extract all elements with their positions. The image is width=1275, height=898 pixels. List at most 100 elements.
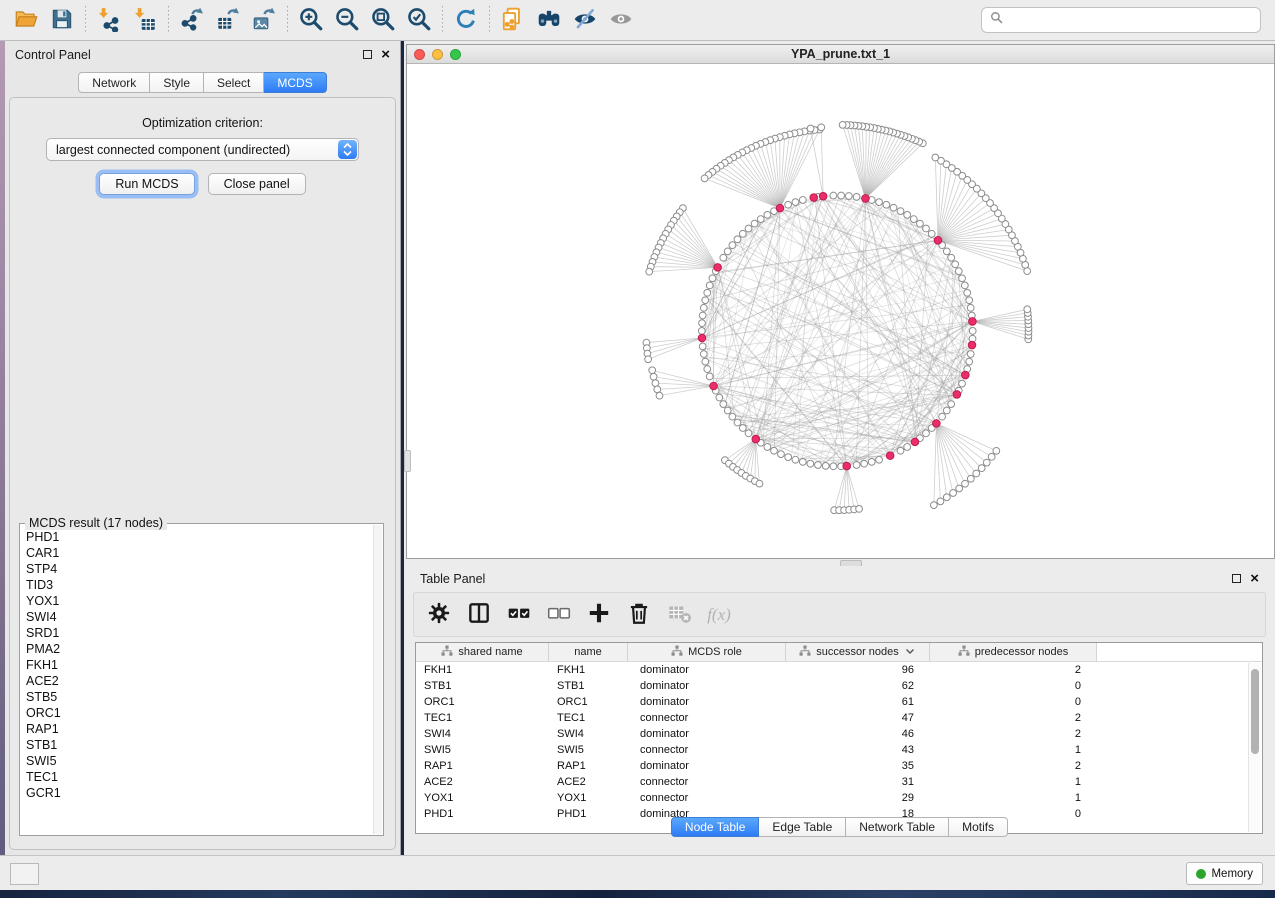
shared-column-icon bbox=[671, 645, 683, 660]
show-panels-list-button[interactable] bbox=[10, 863, 39, 885]
mcds-result-item[interactable]: STP4 bbox=[26, 561, 371, 577]
node-table: shared namename MCDS role successor node… bbox=[415, 642, 1263, 834]
zoom-out-button[interactable] bbox=[329, 3, 365, 37]
table-row[interactable]: SWI5SWI5connector431 bbox=[416, 742, 1262, 758]
close-panel-button[interactable]: Close panel bbox=[208, 173, 306, 195]
table-row[interactable]: ORC1ORC1dominator610 bbox=[416, 694, 1262, 710]
add-column-button[interactable] bbox=[586, 602, 612, 628]
save-session-icon bbox=[49, 6, 75, 35]
cell-MCDS-role: dominator bbox=[628, 696, 786, 708]
first-neighbors-button[interactable] bbox=[531, 3, 567, 37]
mcds-result-item[interactable]: SWI4 bbox=[26, 609, 371, 625]
mcds-result-item[interactable]: TEC1 bbox=[26, 769, 371, 785]
table-row[interactable]: TEC1TEC1connector472 bbox=[416, 710, 1262, 726]
table-row[interactable]: STB1STB1dominator620 bbox=[416, 678, 1262, 694]
export-table-icon bbox=[215, 6, 241, 35]
cell-MCDS-role: connector bbox=[628, 744, 786, 756]
mcds-result-item[interactable]: GCR1 bbox=[26, 785, 371, 801]
column-header-successor-nodes[interactable]: successor nodes bbox=[786, 643, 930, 661]
show-columns-button[interactable] bbox=[466, 602, 492, 628]
table-scrollbar-thumb[interactable] bbox=[1251, 669, 1259, 754]
toolbar-separator bbox=[287, 6, 288, 34]
mcds-result-item[interactable]: SRD1 bbox=[26, 625, 371, 641]
mcds-result-item[interactable]: YOX1 bbox=[26, 593, 371, 609]
run-mcds-button[interactable]: Run MCDS bbox=[99, 173, 194, 195]
right-workspace: YPA_prune.txt_1 Table Panel × f(x) bbox=[404, 41, 1275, 855]
select-stepper-icon bbox=[338, 140, 357, 159]
mcds-result-item[interactable]: PHD1 bbox=[26, 529, 371, 545]
mcds-list-scrollbar[interactable] bbox=[373, 525, 382, 834]
mcds-result-item[interactable]: STB1 bbox=[26, 737, 371, 753]
cell-predecessor-nodes: 0 bbox=[930, 680, 1097, 692]
mcds-result-item[interactable]: SWI5 bbox=[26, 753, 371, 769]
float-panel-icon[interactable] bbox=[363, 50, 372, 59]
cell-shared-name: ACE2 bbox=[416, 776, 549, 788]
export-network-button[interactable] bbox=[174, 3, 210, 37]
clear-selection-button[interactable] bbox=[546, 602, 572, 628]
table-tab-edge-table[interactable]: Edge Table bbox=[759, 817, 846, 837]
mcds-result-item[interactable]: RAP1 bbox=[26, 721, 371, 737]
column-header-name[interactable]: name bbox=[549, 643, 628, 661]
tab-style[interactable]: Style bbox=[150, 72, 204, 93]
show-graphics-details-button[interactable] bbox=[603, 3, 639, 37]
cell-shared-name: STB1 bbox=[416, 680, 549, 692]
mcds-result-item[interactable]: CAR1 bbox=[26, 545, 371, 561]
network-from-selection-button[interactable] bbox=[495, 3, 531, 37]
table-tab-motifs[interactable]: Motifs bbox=[949, 817, 1008, 837]
cell-MCDS-role: connector bbox=[628, 712, 786, 724]
export-image-button[interactable] bbox=[246, 3, 282, 37]
mcds-result-item[interactable]: ACE2 bbox=[26, 673, 371, 689]
cell-shared-name: SWI4 bbox=[416, 728, 549, 740]
control-panel-tabs: NetworkStyleSelectMCDS bbox=[5, 72, 400, 93]
table-row[interactable]: RAP1RAP1dominator352 bbox=[416, 758, 1262, 774]
delete-column-button[interactable] bbox=[626, 602, 652, 628]
network-search-box[interactable] bbox=[981, 7, 1261, 33]
zoom-in-button[interactable] bbox=[293, 3, 329, 37]
mcds-result-item[interactable]: ORC1 bbox=[26, 705, 371, 721]
settings-gear-button[interactable] bbox=[426, 602, 452, 628]
network-graph[interactable] bbox=[407, 64, 1274, 558]
close-table-panel-icon[interactable]: × bbox=[1250, 574, 1259, 584]
tab-select[interactable]: Select bbox=[204, 72, 264, 93]
refresh-network-button[interactable] bbox=[448, 3, 484, 37]
import-table-button[interactable] bbox=[127, 3, 163, 37]
main-toolbar bbox=[0, 0, 1275, 41]
cell-shared-name: ORC1 bbox=[416, 696, 549, 708]
mcds-result-item[interactable]: STB5 bbox=[26, 689, 371, 705]
delete-column-icon bbox=[626, 600, 652, 629]
column-header-MCDS-role[interactable]: MCDS role bbox=[628, 643, 786, 661]
zoom-fit-button[interactable] bbox=[365, 3, 401, 37]
table-scrollbar[interactable] bbox=[1248, 663, 1261, 832]
optimization-criterion-select[interactable]: largest connected component (undirected) bbox=[46, 138, 359, 161]
vertical-splitter-grip[interactable] bbox=[404, 450, 411, 472]
mcds-result-item[interactable]: TID3 bbox=[26, 577, 371, 593]
cell-MCDS-role: dominator bbox=[628, 728, 786, 740]
network-canvas[interactable] bbox=[407, 64, 1274, 558]
table-tab-node-table[interactable]: Node Table bbox=[671, 817, 760, 837]
mcds-result-item[interactable]: PMA2 bbox=[26, 641, 371, 657]
table-row[interactable]: FKH1FKH1dominator962 bbox=[416, 662, 1262, 678]
select-all-rows-button[interactable] bbox=[506, 602, 532, 628]
table-row[interactable]: YOX1YOX1connector291 bbox=[416, 790, 1262, 806]
network-window-titlebar[interactable]: YPA_prune.txt_1 bbox=[407, 45, 1274, 64]
table-tab-network-table[interactable]: Network Table bbox=[846, 817, 949, 837]
close-panel-icon[interactable]: × bbox=[381, 50, 390, 60]
table-row[interactable]: ACE2ACE2connector311 bbox=[416, 774, 1262, 790]
export-table-button[interactable] bbox=[210, 3, 246, 37]
column-header-predecessor-nodes[interactable]: predecessor nodes bbox=[930, 643, 1097, 661]
mcds-result-list[interactable]: PHD1CAR1STP4TID3YOX1SWI4SRD1PMA2FKH1ACE2… bbox=[26, 529, 371, 833]
memory-button[interactable]: Memory bbox=[1186, 862, 1263, 885]
table-row[interactable]: SWI4SWI4dominator462 bbox=[416, 726, 1262, 742]
zoom-selected-button[interactable] bbox=[401, 3, 437, 37]
tab-network[interactable]: Network bbox=[78, 72, 150, 93]
optimization-criterion-label: Optimization criterion: bbox=[10, 116, 395, 130]
open-file-button[interactable] bbox=[8, 3, 44, 37]
float-table-panel-icon[interactable] bbox=[1232, 574, 1241, 583]
tab-mcds[interactable]: MCDS bbox=[264, 72, 326, 93]
mcds-result-item[interactable]: FKH1 bbox=[26, 657, 371, 673]
search-input[interactable] bbox=[1009, 13, 1252, 27]
save-session-button[interactable] bbox=[44, 3, 80, 37]
hide-graphics-details-button[interactable] bbox=[567, 3, 603, 37]
import-network-button[interactable] bbox=[91, 3, 127, 37]
column-header-shared-name[interactable]: shared name bbox=[416, 643, 549, 661]
